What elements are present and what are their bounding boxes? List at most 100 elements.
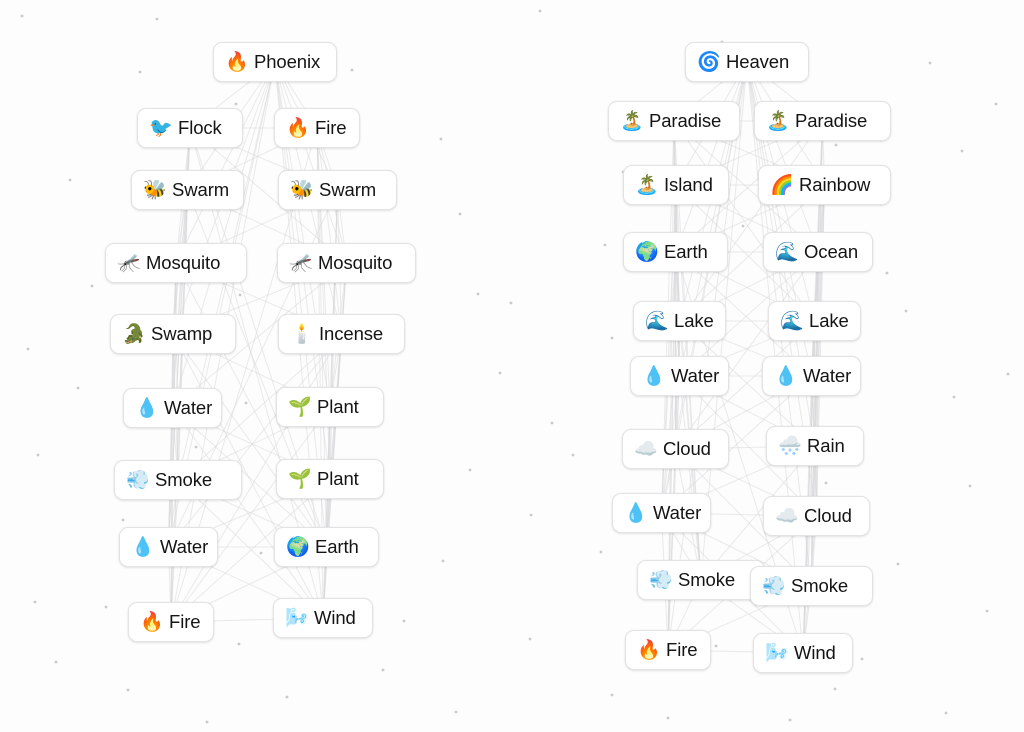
node-smoke3[interactable]: 💨 Smoke <box>750 566 873 606</box>
node-mosquito1[interactable]: 🦟 Mosquito <box>105 243 247 283</box>
node-cloud1[interactable]: ☁️ Cloud <box>622 429 729 469</box>
fire-icon: 🔥 <box>286 117 310 139</box>
island-icon: 🏝️ <box>635 174 659 196</box>
background-particle <box>33 600 37 604</box>
node-heaven[interactable]: 🌀 Heaven <box>685 42 809 82</box>
background-particle <box>860 657 864 661</box>
node-swarm2[interactable]: 🐝 Swarm <box>278 170 397 210</box>
background-particle <box>599 550 603 554</box>
node-flock[interactable]: 🐦 Flock <box>137 108 243 148</box>
edge <box>316 127 342 335</box>
bee-icon: 🐝 <box>143 179 167 201</box>
background-particle <box>121 518 125 522</box>
edge <box>168 333 174 548</box>
edge <box>746 61 819 253</box>
node-smoke2[interactable]: 💨 Smoke <box>637 560 765 600</box>
droplet-icon: 💧 <box>774 365 798 387</box>
globe-icon: 🌍 <box>286 536 310 558</box>
node-label: Smoke <box>155 468 213 490</box>
background-particle <box>68 178 72 182</box>
background-particle <box>994 102 998 106</box>
node-label: Cloud <box>663 437 711 459</box>
node-plant2[interactable]: 🌱 Plant <box>276 459 384 499</box>
cloud-icon: ☁️ <box>634 438 658 460</box>
node-rain[interactable]: 🌨️ Rain <box>766 426 864 466</box>
node-smoke1[interactable]: 💨 Smoke <box>114 460 242 500</box>
background-particle <box>788 718 792 722</box>
node-earth1[interactable]: 🌍 Earth <box>274 527 379 567</box>
crocodile-icon: 🐊 <box>122 323 146 345</box>
edge <box>814 120 823 322</box>
background-particle <box>833 687 837 691</box>
background-particle <box>402 619 406 623</box>
node-label: Water <box>803 364 852 386</box>
node-label: Wind <box>794 641 836 663</box>
node-fire3[interactable]: 🔥 Fire <box>625 630 711 670</box>
node-swarm1[interactable]: 🐝 Swarm <box>131 170 244 210</box>
node-water1[interactable]: 💧 Water <box>123 388 222 428</box>
candle-icon: 🕯️ <box>290 323 314 345</box>
node-label: Mosquito <box>318 251 393 273</box>
node-water3[interactable]: 💧 Water <box>630 356 729 396</box>
background-particle <box>468 468 472 472</box>
node-incense[interactable]: 🕯️ Incense <box>278 314 405 354</box>
background-particle <box>458 212 462 216</box>
node-label: Cloud <box>804 504 852 526</box>
background-particle <box>928 61 932 65</box>
node-label: Water <box>671 364 720 386</box>
node-mosquito2[interactable]: 🦟 Mosquito <box>277 243 416 283</box>
background-particle <box>985 609 989 613</box>
node-label: Flock <box>178 116 222 138</box>
background-particle <box>350 68 354 72</box>
edge <box>175 262 179 481</box>
edge <box>170 406 331 623</box>
background-particle <box>36 453 40 457</box>
node-lake1[interactable]: 🌊 Lake <box>633 301 726 341</box>
wave-icon: 🌊 <box>775 241 799 263</box>
node-label: Lake <box>809 309 849 331</box>
node-fire1[interactable]: 🔥 Fire <box>274 108 360 148</box>
node-water5[interactable]: 💧 Water <box>612 493 711 533</box>
node-earth2[interactable]: 🌍 Earth <box>623 232 728 272</box>
edge <box>679 375 702 581</box>
edge <box>675 184 680 377</box>
bee-icon: 🐝 <box>290 179 314 201</box>
background-particle <box>439 137 443 141</box>
node-island[interactable]: 🏝️ Island <box>623 165 729 205</box>
node-plant1[interactable]: 🌱 Plant <box>276 387 384 427</box>
cyclone-icon: 🌀 <box>697 51 721 73</box>
node-cloud2[interactable]: ☁️ Cloud <box>763 496 870 536</box>
background-particle <box>244 401 248 405</box>
node-label: Earth <box>664 240 708 262</box>
edge <box>675 251 819 450</box>
background-particle <box>454 710 458 714</box>
node-fire2[interactable]: 🔥 Fire <box>128 602 214 642</box>
background-particle <box>205 720 209 724</box>
node-label: Heaven <box>726 50 790 72</box>
crafting-tree-canvas[interactable]: 🔥 Phoenix 🐦 Flock 🔥 Fire 🐝 Swarm 🐝 Swarm 🦟 Mosquito… <box>0 0 1024 732</box>
node-rainbow[interactable]: 🌈 Rainbow <box>758 165 891 205</box>
node-paradise2[interactable]: 🏝️ Paradise <box>754 101 891 141</box>
edge <box>168 333 342 548</box>
island-icon: 🏝️ <box>766 110 790 132</box>
edge <box>661 320 680 514</box>
node-label: Rain <box>807 434 845 456</box>
wind-icon: 🌬️ <box>765 642 789 664</box>
node-swamp[interactable]: 🐊 Swamp <box>110 314 236 354</box>
node-wind2[interactable]: 🌬️ Wind <box>753 633 853 673</box>
edge <box>814 320 817 517</box>
node-lake2[interactable]: 🌊 Lake <box>768 301 861 341</box>
node-ocean[interactable]: 🌊 Ocean <box>763 232 873 272</box>
edge <box>326 333 342 548</box>
mosquito-icon: 🦟 <box>289 252 313 274</box>
background-particle <box>944 711 948 715</box>
node-wind1[interactable]: 🌬️ Wind <box>273 598 373 638</box>
node-phoenix[interactable]: 🔥 Phoenix <box>213 42 337 82</box>
node-water2[interactable]: 💧 Water <box>119 527 218 567</box>
background-particle <box>960 149 964 153</box>
island-icon: 🏝️ <box>620 110 644 132</box>
seedling-icon: 🌱 <box>288 396 312 418</box>
node-paradise1[interactable]: 🏝️ Paradise <box>608 101 740 141</box>
dash-icon: 💨 <box>649 569 673 591</box>
node-water4[interactable]: 💧 Water <box>762 356 861 396</box>
